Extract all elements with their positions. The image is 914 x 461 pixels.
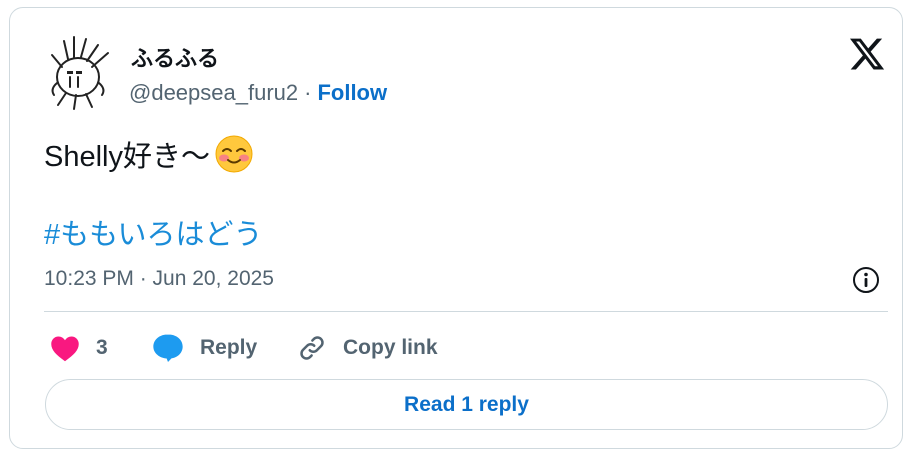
user-handle[interactable]: @deepsea_furu2	[129, 80, 298, 106]
smiling-face-with-blush-emoji	[215, 135, 253, 173]
timestamp[interactable]: 10:23 PM · Jun 20, 2025	[44, 267, 274, 291]
divider	[44, 311, 888, 312]
separator-dot: ·	[304, 80, 312, 105]
like-button[interactable]: 3	[50, 328, 108, 368]
tweet-body: Shelly好き〜	[44, 141, 210, 173]
info-icon[interactable]	[851, 265, 881, 295]
tweet-text: Shelly好き〜	[44, 133, 254, 175]
copy-link-button[interactable]: Copy link	[297, 328, 438, 368]
read-reply-button[interactable]: Read 1 reply	[45, 379, 888, 430]
reply-button[interactable]: Reply	[152, 328, 257, 368]
x-logo-icon[interactable]	[848, 35, 886, 73]
copy-link-label: Copy link	[343, 336, 438, 359]
heart-icon	[51, 336, 79, 362]
hashtag-link[interactable]: #ももいろはどう	[44, 211, 263, 253]
tweet-card: ふるふる @deepsea_furu2 · Follow Shelly好き〜 #…	[9, 7, 903, 449]
reply-label: Reply	[200, 336, 258, 359]
follow-button[interactable]: Follow	[317, 80, 387, 106]
like-count: 3	[96, 336, 108, 359]
speech-bubble-icon	[153, 334, 183, 362]
avatar[interactable]	[40, 31, 120, 111]
display-name[interactable]: ふるふる	[131, 41, 219, 73]
handle-row: @deepsea_furu2 · Follow	[129, 80, 387, 106]
link-icon	[300, 336, 324, 360]
